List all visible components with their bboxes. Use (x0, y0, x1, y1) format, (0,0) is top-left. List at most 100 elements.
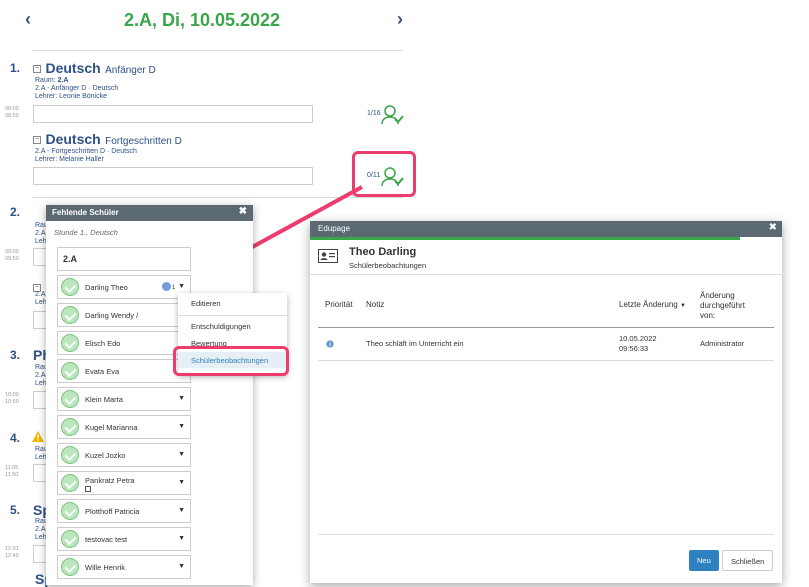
absent-count: 0/11 (367, 172, 381, 179)
col-priority: Priorität (325, 300, 353, 309)
room-label: Raum: (35, 77, 56, 84)
dialog-title: Edupage (318, 224, 351, 233)
student-name: Theo Darling (349, 246, 417, 258)
present-check-icon[interactable] (61, 418, 79, 436)
accent-bar (310, 237, 740, 240)
lesson-topic-input[interactable] (33, 105, 313, 123)
teacher-name: Melanie Haller (59, 156, 104, 163)
panel-title: Fehlende Schüler (52, 208, 119, 217)
present-check-icon[interactable] (61, 278, 79, 296)
teacher-name: Leonie Bönicke (59, 93, 108, 100)
chevron-down-icon[interactable]: ▼ (178, 535, 185, 542)
change-date: 10.05.2022 09:56:33 (619, 334, 657, 353)
student-row[interactable]: Kugel Marianna ▼ (57, 415, 191, 439)
student-row[interactable]: Darling Theo 1 ▼ (57, 275, 191, 299)
student-name: Darling Wendy / (85, 311, 139, 320)
divider (318, 360, 774, 361)
chevron-down-icon[interactable]: ▼ (178, 563, 185, 570)
student-row[interactable]: Klein Marta ▼ (57, 387, 191, 411)
period-number: 1. (10, 61, 21, 75)
present-check-icon[interactable] (61, 306, 79, 324)
class-label: 2.A (57, 247, 191, 271)
teacher-label: Lehrer: (35, 93, 58, 100)
lesson-group: 2.A - Anfänger D · Deutsch (35, 85, 119, 92)
lesson-group: 2.A - Fortgeschritten D · Deutsch (35, 148, 137, 155)
divider (318, 534, 774, 535)
lesson-details: Raum: 2.A 2.A - Anfänger D · Deutsch Leh… (35, 77, 118, 101)
period-times: 10:00 10:50 (5, 392, 19, 405)
absent-count: 1/16 (367, 110, 381, 117)
menu-divider (178, 315, 287, 316)
table-row[interactable]: Theo schläft im Unterricht ein 10.05.202… (310, 328, 782, 360)
student-row[interactable]: Kuzel Jozko ▼ (57, 443, 191, 467)
absent-students-icon[interactable] (380, 104, 404, 126)
chevron-down-icon[interactable]: ▼ (178, 423, 185, 430)
absent-students-icon[interactable] (380, 166, 404, 188)
lesson-level: Fortgeschritten D (105, 136, 182, 147)
present-check-icon[interactable] (61, 502, 79, 520)
collapse-toggle[interactable]: − (33, 64, 41, 73)
student-row[interactable]: testovac test ▼ (57, 527, 191, 551)
info-icon (326, 340, 334, 348)
student-name: testovac test (85, 535, 128, 544)
student-name: Plotthoff Patricia (85, 507, 140, 516)
observation-count: 1 (172, 285, 176, 291)
student-name: Kuzel Jozko (85, 451, 126, 460)
close-icon[interactable]: ✖ (239, 206, 247, 217)
page-title: 2.A, Di, 10.05.2022 (123, 10, 281, 30)
present-check-icon[interactable] (61, 474, 79, 492)
collapse-toggle[interactable]: − (33, 135, 41, 144)
student-name: Elisch Edo (85, 339, 121, 348)
panel-header: Fehlende Schüler ✖ (46, 205, 253, 221)
lesson-subject: Deutsch (45, 131, 101, 147)
lesson-subject: Deutsch (45, 60, 101, 76)
dialog-header: Edupage ✖ (310, 221, 782, 237)
id-card-icon (318, 249, 338, 263)
chevron-down-icon[interactable]: ▼ (178, 395, 185, 402)
next-day-button[interactable]: › (397, 9, 403, 30)
col-note: Notiz (366, 300, 385, 309)
close-button[interactable]: Schließen (722, 550, 774, 571)
col-changed-by: Änderung durchgeführt von: (700, 291, 745, 320)
changed-by: Administrator (700, 339, 745, 348)
menu-item-excuses[interactable]: Entschuldigungen (191, 322, 251, 331)
warning-icon (32, 431, 44, 442)
period-number: 4. (10, 431, 21, 445)
info-icon (162, 282, 171, 291)
chevron-down-icon[interactable]: ▼ (178, 507, 185, 514)
chevron-down-icon[interactable]: ▼ (178, 479, 185, 486)
lesson-header: − Deutsch Fortgeschritten D (33, 131, 182, 149)
teacher-label: Lehrer: (35, 156, 58, 163)
new-button[interactable]: Neu (689, 550, 719, 571)
dialog-subtitle: Schülerbeobachtungen (349, 261, 427, 270)
present-check-icon[interactable] (61, 362, 79, 380)
lesson-details: 2.A - Fortgeschritten D · Deutsch Lehrer… (35, 148, 137, 164)
student-row[interactable]: Plotthoff Patricia ▼ (57, 499, 191, 523)
student-name: Wille Henrik (85, 563, 126, 572)
period-times: 08:00 08:50 (5, 106, 19, 119)
period-number: 3. (10, 348, 21, 362)
col-last-change[interactable]: Letzte Änderung ▼ (619, 300, 686, 311)
present-check-icon[interactable] (61, 530, 79, 548)
present-check-icon[interactable] (61, 558, 79, 576)
menu-item-edit[interactable]: Editieren (191, 299, 221, 308)
student-row[interactable]: Evata Eva (57, 359, 191, 383)
student-row[interactable]: Wille Henrik ▼ (57, 555, 191, 579)
observations-dialog: Edupage ✖ Theo Darling Schülerbeobachtung… (310, 221, 782, 583)
student-row[interactable]: Elisch Edo (57, 331, 191, 355)
student-name: Pankratz Petra (85, 476, 135, 485)
chevron-down-icon[interactable]: ▼ (178, 451, 185, 458)
present-check-icon[interactable] (61, 334, 79, 352)
student-name: Evata Eva (85, 367, 120, 376)
student-row[interactable]: Pankratz Petra ▼ (57, 471, 191, 495)
divider (310, 274, 782, 275)
absent-students-panel: Fehlende Schüler ✖ Stunde 1., Deutsch 2.A… (46, 205, 253, 585)
room-value: 2.A (57, 77, 69, 84)
student-name: Kugel Marianna (85, 423, 138, 432)
present-check-icon[interactable] (61, 390, 79, 408)
chevron-down-icon[interactable]: ▼ (178, 283, 185, 290)
student-row[interactable]: Darling Wendy / (57, 303, 191, 327)
highlight-box (173, 346, 289, 376)
close-icon[interactable]: ✖ (769, 222, 777, 233)
present-check-icon[interactable] (61, 446, 79, 464)
